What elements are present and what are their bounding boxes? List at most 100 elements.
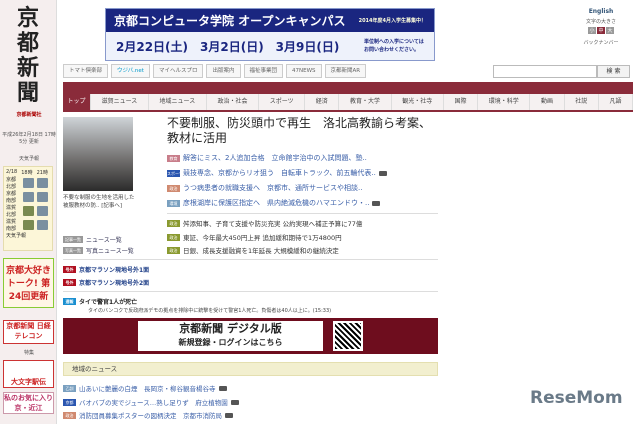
news-title[interactable]: 競技専念、京都からリオ狙う 自転車トラック、前五輪代表..	[183, 168, 376, 178]
moon-icon	[23, 220, 34, 230]
news-title[interactable]: バオバブの実でジュース…熟し足りず 府立植物園	[79, 397, 228, 407]
my-health-link[interactable]: マイヘルスプロ	[152, 64, 204, 78]
english-link[interactable]: English	[570, 8, 632, 15]
camera-icon	[218, 385, 227, 391]
category-tag: 教育	[167, 154, 180, 162]
camera-icon	[372, 200, 381, 206]
news-title[interactable]: 日銀、成長支援融資を1年延長 大規模緩和の継続決定	[183, 245, 339, 255]
font-small-button[interactable]: 小	[588, 27, 596, 34]
news-title[interactable]: 解答にミス、2人追加合格 立命館宇治中の入試問題、塾..	[183, 153, 367, 163]
top-story-photo[interactable]	[63, 117, 133, 191]
news-title[interactable]: 東証、今年最大450円上昇 追加緩和期待で1万4800円	[183, 232, 342, 242]
search-input[interactable]	[493, 65, 597, 78]
region-label: 京都北部	[6, 177, 17, 190]
category-tag: 政治	[167, 219, 180, 227]
tab-sports[interactable]: スポーツ	[259, 94, 306, 110]
tab-video[interactable]: 動画	[530, 94, 565, 110]
regional-item[interactable]: 京都 バオバブの実でジュース…熟し足りず 府立植物園	[63, 397, 239, 407]
extra-tag: 号外	[63, 266, 76, 273]
region-label: 滋賀南部	[6, 219, 17, 232]
regional-news-header[interactable]: 地域のニュース	[63, 362, 438, 376]
politics-item[interactable]: 政治 日銀、成長支援融資を1年延長 大規模緩和の継続決定	[167, 245, 339, 255]
photo-list-label[interactable]: 写真ニュース一覧	[86, 246, 134, 255]
news-title[interactable]: 山あいに艶麗の白煙 長岡京・柳谷観音楊谷寺	[79, 383, 216, 393]
kyoto-ar-link[interactable]: 京都新聞AR	[324, 64, 367, 78]
favorite-kyoto-ad[interactable]: 私のお気に入り京・近江	[3, 392, 54, 414]
region-label: 京都南部	[6, 191, 17, 204]
tab-shiga[interactable]: 滋賀ニュース	[91, 94, 149, 110]
publishing-link[interactable]: 出版案内	[206, 64, 241, 78]
extra-title[interactable]: 京都マラソン現地号外1面	[79, 265, 149, 274]
breaking-news[interactable]: 速報 タイで警官1人が死亡	[63, 297, 137, 306]
category-tag: 政治	[167, 233, 180, 241]
breaking-body: タイのバンコクで反政府派デモの拠点を排除中に銃撃を受けて警官1人死亡。負傷者は4…	[88, 308, 332, 314]
weather-date: 2/18	[6, 169, 18, 175]
divider	[63, 291, 438, 292]
news-list-label[interactable]: ニュース一覧	[86, 235, 122, 244]
open-campus-banner[interactable]: 京都コンピュータ学院 オープンキャンパス 2014年度4月入学生募集中！ 2月22…	[105, 8, 435, 61]
breaking-tag: 速報	[63, 298, 76, 305]
regional-item[interactable]: 政治 消防団員募集ポスターの図柄決定 京都市消防局	[63, 410, 233, 420]
company-name[interactable]: 京都新聞社	[2, 112, 56, 119]
tab-education[interactable]: 教育・大学	[339, 94, 392, 110]
news-item[interactable]: スポーツ 競技専念、京都からリオ狙う 自転車トラック、前五輪代表..	[167, 168, 387, 178]
tab-editorial[interactable]: 社説	[564, 94, 599, 110]
47news-link[interactable]: 47NEWS	[286, 64, 322, 78]
politics-item[interactable]: 政治 東証、今年最大450円上昇 追加緩和期待で1万4800円	[167, 232, 342, 242]
ujiba-link[interactable]: ウジバ.net	[111, 64, 150, 78]
news-item[interactable]: 教育 解答にミス、2人追加合格 立命館宇治中の入試問題、塾..	[167, 153, 367, 163]
tab-top[interactable]: トップ	[63, 94, 91, 110]
photo-list-link[interactable]: 写真一覧 写真ニュース一覧	[63, 246, 134, 255]
politics-item[interactable]: 政治 舛添知事、子育て支援や防災充実 公約実現へ補正予算に77億	[167, 218, 362, 228]
digital-edition-banner[interactable]: 京都新聞 デジタル版 新規登録・ログインはこちら	[63, 318, 438, 354]
news-title[interactable]: 彦根湖岸に保護区指定へ 県内絶滅危機のハマエンドウ・..	[183, 198, 369, 208]
category-tag: 環境	[167, 199, 180, 207]
tab-bongo[interactable]: 凡語	[598, 94, 634, 110]
news-item[interactable]: 環境 彦根湖岸に保護区指定へ 県内絶滅危機のハマエンドウ・..	[167, 198, 381, 208]
tab-regional[interactable]: 地域ニュース	[148, 94, 207, 110]
tab-tourism[interactable]: 観光・社寺	[391, 94, 444, 110]
tomato-club-link[interactable]: トマト倶楽部	[63, 64, 109, 78]
weather-time: 18時	[21, 170, 33, 176]
top-story-headline[interactable]: 不要制服、防災頭巾で再生 洛北高教諭ら考案、教材に活用	[167, 116, 437, 146]
nikkei-telecom-ad[interactable]: 京都新聞 日経テレコン	[3, 320, 54, 344]
category-tag: スポーツ	[167, 169, 183, 177]
search-button[interactable]: 検 索	[597, 65, 630, 78]
divider	[167, 213, 438, 214]
welfare-link[interactable]: 福祉事業団	[243, 64, 284, 78]
photo-caption[interactable]: 不要な制服の生地を活用した被服教材の防.. [記事へ]	[63, 194, 138, 210]
cloud-icon	[37, 206, 48, 216]
news-item[interactable]: 政治 うつ病患者の就職支援へ 京都市、通所サービスや相談..	[167, 183, 362, 193]
news-title[interactable]: 消防団員募集ポスターの図柄決定 京都市消防局	[79, 410, 222, 420]
extra-item[interactable]: 号外 京都マラソン現地号外2面	[63, 278, 149, 287]
kyoto-talk-ad[interactable]: 京都大好きトーク! 第24回更新	[3, 258, 54, 308]
moon-icon	[23, 206, 34, 216]
left-sidebar: 京都新聞 京都新聞社 平成26年2月18日 17時5分 更新 天気予報 2/18…	[0, 0, 57, 424]
extra-item[interactable]: 号外 京都マラソン現地号外1面	[63, 265, 149, 274]
news-title[interactable]: うつ病患者の就職支援へ 京都市、通所サービスや相談..	[183, 183, 362, 193]
tab-economy[interactable]: 経済	[305, 94, 340, 110]
daimonji-ekiden-ad[interactable]: 大文字駅伝	[3, 360, 54, 388]
news-list-link[interactable]: 記事一覧 ニュース一覧	[63, 235, 122, 244]
weather-widget[interactable]: 2/18 18時 21時 京都北部 京都南部 滋賀北部 滋賀南部 天気予報	[3, 166, 53, 251]
backnumber-link[interactable]: バックナンバー	[570, 39, 632, 46]
weather-link[interactable]: 天気予報	[6, 232, 50, 239]
region-label: 滋賀北部	[6, 205, 17, 218]
tab-environment[interactable]: 環境・科学	[478, 94, 531, 110]
tab-politics[interactable]: 政治・社会	[206, 94, 260, 110]
news-title[interactable]: 舛添知事、子育て支援や防災充実 公約実現へ補正予算に77億	[183, 218, 362, 228]
extra-title[interactable]: 京都マラソン現地号外2面	[79, 278, 149, 287]
font-large-button[interactable]: 大	[606, 27, 614, 34]
cloud-icon	[23, 192, 34, 202]
list-tag: 写真一覧	[63, 247, 83, 254]
kyoto-shimbun-logo[interactable]: 京都新聞	[10, 6, 46, 106]
banner-dates: 2月22日(土) 3月2日(日) 3月9日(日)	[116, 39, 340, 54]
regional-item[interactable]: 乙訓 山あいに艶麗の白煙 長岡京・柳谷観音楊谷寺	[63, 383, 227, 393]
font-medium-button[interactable]: 中	[597, 27, 605, 34]
banner-info: 単位制への入学については お問い合わせください。	[364, 39, 424, 53]
digital-subtitle: 新規登録・ログインはこちら	[178, 338, 283, 347]
breaking-title[interactable]: タイで警官1人が死亡	[79, 297, 137, 306]
cloud-icon	[23, 178, 34, 188]
cloud-icon	[37, 192, 48, 202]
tab-international[interactable]: 国際	[443, 94, 479, 110]
